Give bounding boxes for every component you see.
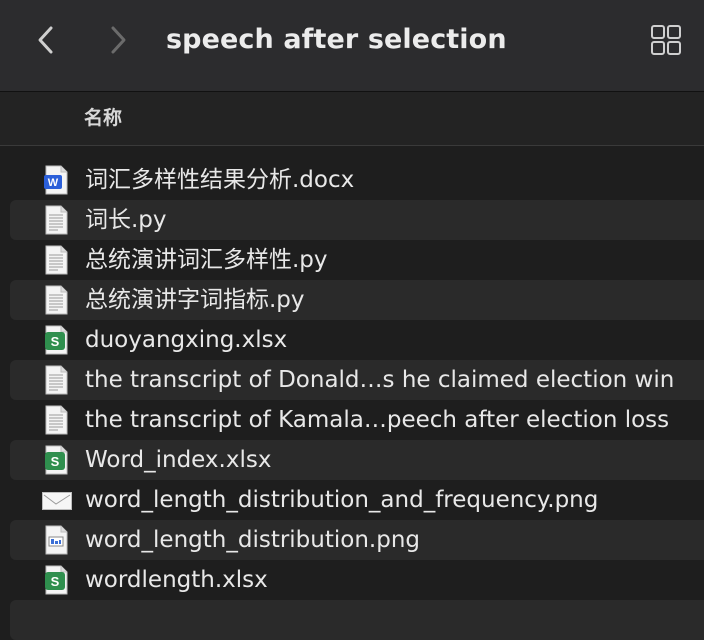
- file-name: duoyangxing.xlsx: [85, 327, 288, 353]
- file-name: 词汇多样性结果分析.docx: [85, 167, 355, 193]
- name-column-header[interactable]: 名称: [84, 104, 122, 132]
- column-header: 名称: [0, 92, 704, 146]
- svg-text:S: S: [51, 334, 60, 349]
- file-name: Word_index.xlsx: [85, 447, 272, 473]
- image-thumbnail-icon: [42, 492, 72, 510]
- file-row[interactable]: S Word_index.xlsx: [10, 440, 704, 480]
- back-button[interactable]: [26, 20, 66, 60]
- text-file-icon: [45, 205, 68, 235]
- chevron-left-icon: [38, 26, 53, 54]
- svg-text:S: S: [51, 454, 60, 469]
- file-name: 词长.py: [85, 207, 167, 233]
- word-document-icon: W: [44, 165, 68, 195]
- file-name: wordlength.xlsx: [85, 567, 268, 593]
- view-mode-button[interactable]: [646, 22, 686, 58]
- file-name: word_length_distribution_and_frequency.p…: [85, 487, 599, 513]
- file-row[interactable]: W 词汇多样性结果分析.docx: [10, 160, 704, 200]
- file-row[interactable]: 词长.py: [10, 200, 704, 240]
- chevron-right-icon: [111, 26, 126, 54]
- window-title: speech after selection: [166, 24, 507, 55]
- finder-toolbar: speech after selection: [0, 0, 704, 92]
- file-row[interactable]: 总统演讲字词指标.py: [10, 280, 704, 320]
- file-row[interactable]: word_length_distribution.png: [10, 520, 704, 560]
- spreadsheet-icon: S: [45, 325, 68, 355]
- file-row[interactable]: S duoyangxing.xlsx: [10, 320, 704, 360]
- text-file-icon: [45, 365, 68, 395]
- file-name: the transcript of Donald…s he claimed el…: [85, 367, 675, 393]
- image-file-icon: [45, 525, 68, 555]
- file-name: 总统演讲词汇多样性.py: [85, 247, 328, 273]
- file-name: word_length_distribution.png: [85, 527, 421, 553]
- file-row[interactable]: the transcript of Kamala…peech after ele…: [10, 400, 704, 440]
- spreadsheet-icon: S: [45, 565, 68, 595]
- forward-button[interactable]: [98, 20, 138, 60]
- svg-text:W: W: [48, 177, 59, 189]
- text-file-icon: [45, 405, 68, 435]
- file-row[interactable]: S wordlength.xlsx: [10, 560, 704, 600]
- file-row[interactable]: the transcript of Donald…s he claimed el…: [10, 360, 704, 400]
- file-row[interactable]: word_length_distribution_and_frequency.p…: [10, 480, 704, 520]
- file-name: the transcript of Kamala…peech after ele…: [85, 407, 670, 433]
- spreadsheet-icon: S: [45, 445, 68, 475]
- text-file-icon: [45, 245, 68, 275]
- file-row[interactable]: 总统演讲词汇多样性.py: [10, 240, 704, 280]
- grid-view-icon: [651, 25, 681, 55]
- empty-row: [10, 600, 704, 640]
- text-file-icon: [45, 285, 68, 315]
- file-name: 总统演讲字词指标.py: [85, 287, 305, 313]
- svg-text:S: S: [51, 574, 60, 589]
- file-list: W 词汇多样性结果分析.docx 词长.py 总统演讲词汇多样性.py 总统演讲…: [0, 160, 704, 640]
